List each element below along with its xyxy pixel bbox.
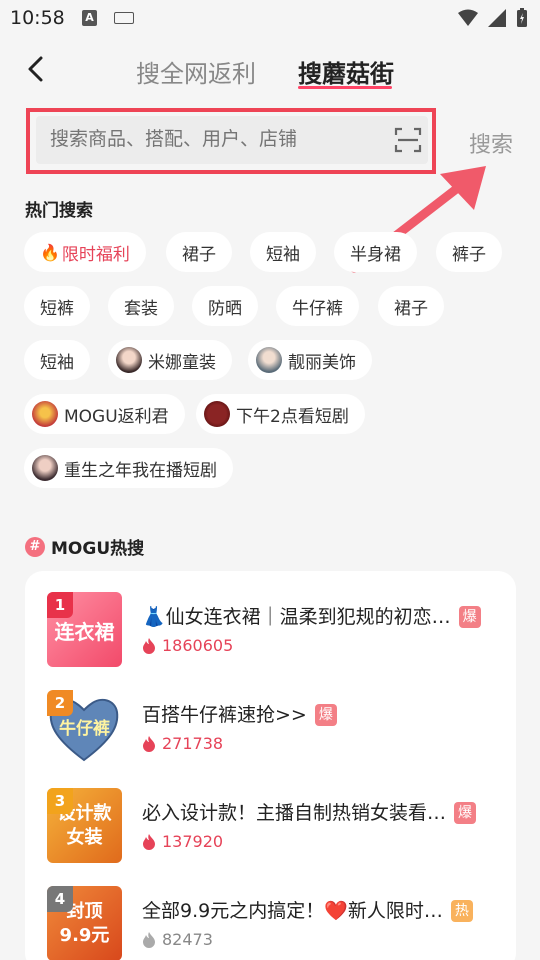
item-thumbnail: 牛仔裤 2 <box>47 690 122 765</box>
search-input[interactable] <box>50 128 370 150</box>
fire-icon: 🔥 <box>40 242 60 262</box>
item-count: 1860605 <box>142 636 233 655</box>
chip-mina-kids[interactable]: 米娜童装 <box>108 340 232 380</box>
mogu-hot-list: 连衣裙 1 👗仙女连衣裙｜温柔到犯规的初恋… 爆 1860605 牛仔裤 2 百搭… <box>25 571 516 960</box>
avatar <box>32 401 58 427</box>
avatar <box>116 347 142 373</box>
chip-beauty-accessories[interactable]: 靓丽美饰 <box>248 340 372 380</box>
flame-icon <box>143 637 155 654</box>
list-item[interactable]: 连衣裙 1 👗仙女连衣裙｜温柔到犯规的初恋… 爆 1860605 <box>47 592 507 668</box>
boom-tag: 爆 <box>314 704 337 726</box>
item-count: 271738 <box>142 734 223 753</box>
chip-skirt-2[interactable]: 裙子 <box>378 286 444 326</box>
flame-icon <box>143 931 155 948</box>
list-item[interactable]: 封顶 9.9元 4 全部9.9元之内搞定！❤️新人限时… 热 82473 <box>47 886 507 960</box>
chip-half-skirt[interactable]: 半身裙 <box>334 232 417 272</box>
chip-suit[interactable]: 套装 <box>108 286 174 326</box>
chip-short-sleeve-2[interactable]: 短袖 <box>24 340 90 380</box>
rank-badge: 2 <box>47 690 73 716</box>
wifi-icon <box>458 9 478 26</box>
header: 搜全网返利 搜蘑菇街 <box>0 40 540 100</box>
item-thumbnail: 封顶 9.9元 4 <box>47 886 122 960</box>
flame-icon <box>143 833 155 850</box>
item-title: 👗仙女连衣裙｜温柔到犯规的初恋… 爆 <box>142 602 481 629</box>
battery-icon <box>517 8 527 27</box>
chip-sunscreen[interactable]: 防晒 <box>192 286 258 326</box>
mogu-hot-header: # MOGU热搜 <box>25 534 144 559</box>
boom-tag: 爆 <box>458 606 481 628</box>
tab-mogu-search[interactable]: 搜蘑菇街 <box>298 54 394 89</box>
status-time: 10:58 <box>10 7 65 29</box>
hashtag-icon: # <box>25 536 45 557</box>
chip-jeans[interactable]: 牛仔裤 <box>276 286 359 326</box>
chip-afternoon-drama[interactable]: 下午2点看短剧 <box>196 394 365 434</box>
item-thumbnail: 连衣裙 1 <box>47 592 122 667</box>
hot-search-title: 热门搜索 <box>25 201 93 221</box>
chip-pants[interactable]: 裤子 <box>436 232 502 272</box>
chip-limited-welfare[interactable]: 🔥 限时福利 <box>24 232 146 272</box>
chip-mogu-rebate[interactable]: MOGU返利君 <box>24 394 185 434</box>
status-indicators <box>458 8 528 28</box>
item-title: 必入设计款！主播自制热销女装看… 爆 <box>142 798 477 825</box>
item-thumbnail: 设计款 女装 3 <box>47 788 122 863</box>
boom-tag: 爆 <box>454 802 477 824</box>
mogu-hot-title: MOGU热搜 <box>51 539 145 559</box>
avatar <box>204 401 230 427</box>
list-item[interactable]: 牛仔裤 2 百搭牛仔裤速抢>> 爆 271738 <box>47 690 507 766</box>
item-count: 137920 <box>142 832 223 851</box>
status-bar: 10:58 A <box>0 0 540 38</box>
app-notification-icon: A <box>82 10 97 26</box>
rank-badge: 4 <box>47 886 73 912</box>
rank-badge: 1 <box>47 592 73 618</box>
avatar <box>256 347 282 373</box>
hot-tag: 热 <box>450 900 473 922</box>
item-count: 82473 <box>142 930 213 949</box>
search-button[interactable]: 搜索 <box>469 127 513 159</box>
chip-rebirth-drama[interactable]: 重生之年我在播短剧 <box>24 448 233 488</box>
avatar <box>32 455 58 481</box>
search-box[interactable] <box>36 116 428 164</box>
back-arrow-icon[interactable] <box>22 54 52 84</box>
chip-shorts[interactable]: 短裤 <box>24 286 90 326</box>
list-item[interactable]: 设计款 女装 3 必入设计款！主播自制热销女装看… 爆 137920 <box>47 788 507 864</box>
rank-badge: 3 <box>47 788 73 814</box>
tab-rebate-search[interactable]: 搜全网返利 <box>136 54 256 89</box>
chip-short-sleeve[interactable]: 短袖 <box>250 232 316 272</box>
scan-icon[interactable] <box>394 126 422 154</box>
chip-skirt[interactable]: 裙子 <box>166 232 232 272</box>
keyboard-icon <box>114 12 134 24</box>
flame-icon <box>143 735 155 752</box>
item-title: 百搭牛仔裤速抢>> 爆 <box>142 700 337 727</box>
item-title: 全部9.9元之内搞定！❤️新人限时… 热 <box>142 896 473 923</box>
active-tab-indicator <box>298 86 392 89</box>
signal-icon <box>488 9 506 27</box>
